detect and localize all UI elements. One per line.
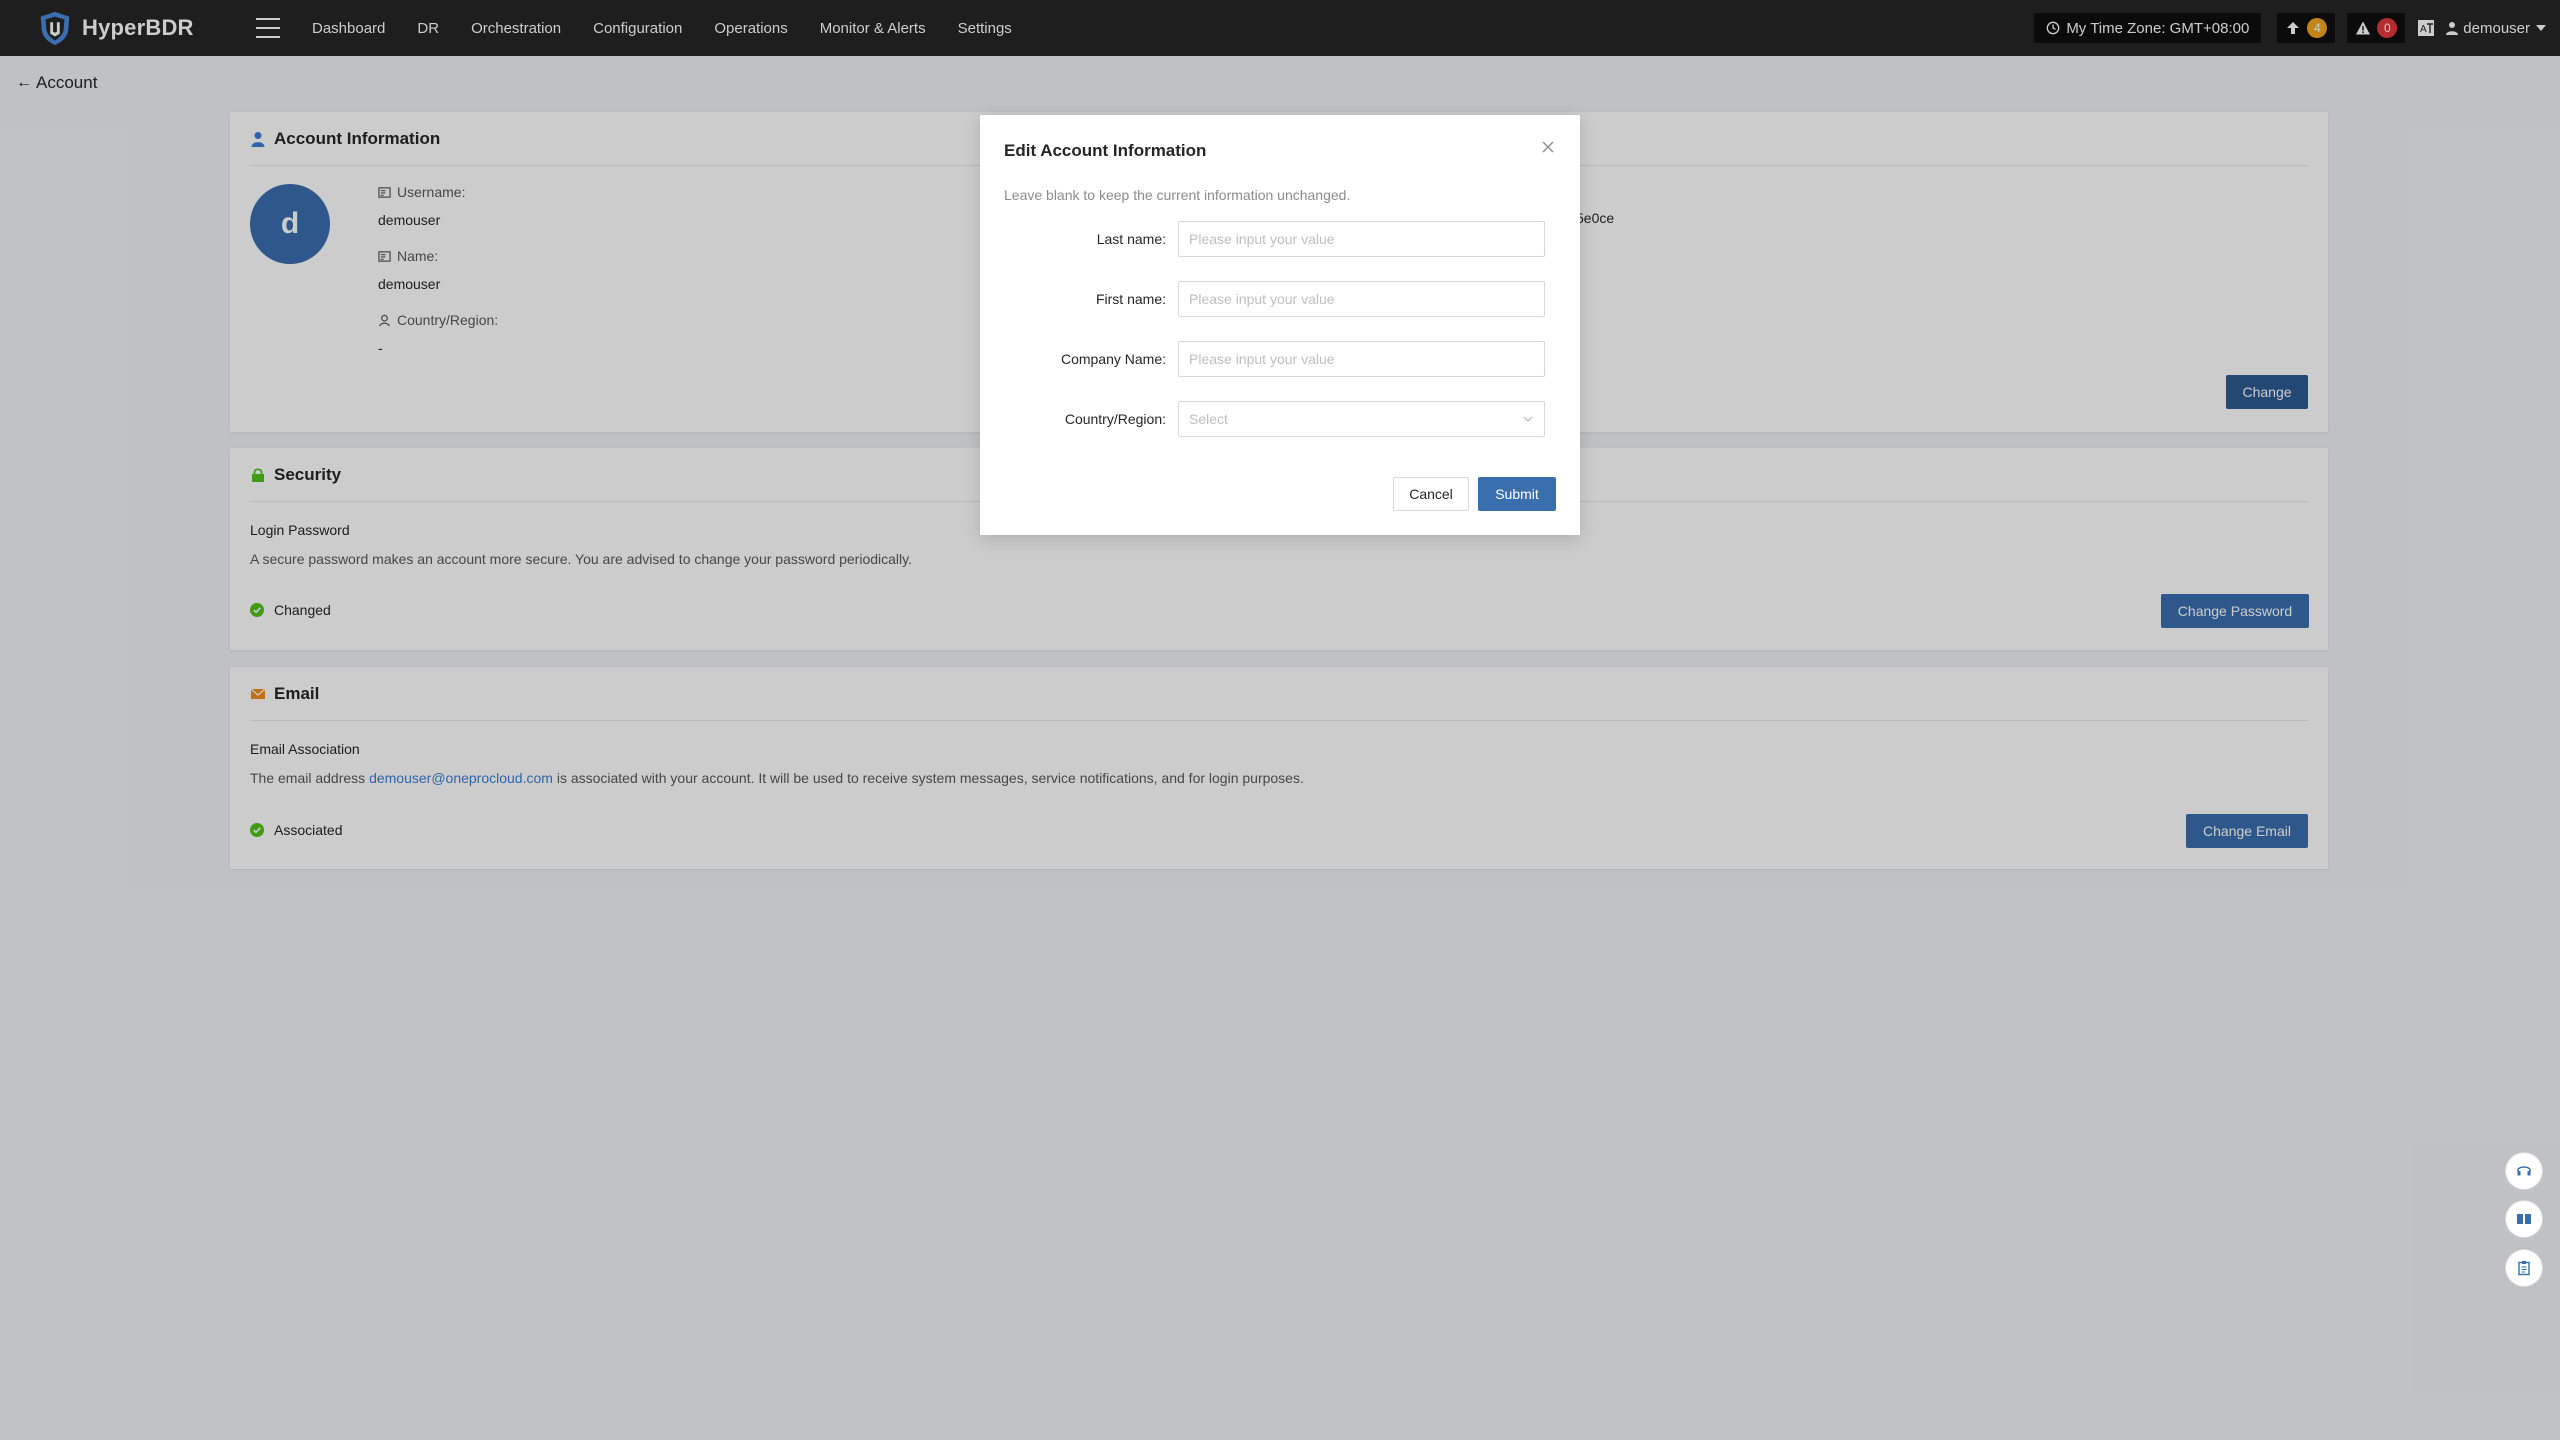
last-name-row: Last name: xyxy=(980,220,1580,258)
first-name-input[interactable] xyxy=(1178,281,1545,317)
company-name-row: Company Name: xyxy=(980,340,1580,378)
support-fab[interactable] xyxy=(2505,1152,2543,1190)
last-name-label: Last name: xyxy=(1096,231,1166,247)
first-name-label: First name: xyxy=(1095,291,1166,307)
country-region-label: Country/Region: xyxy=(1064,411,1166,427)
docs-fab[interactable] xyxy=(2505,1200,2543,1238)
country-region-row: Country/Region: Select xyxy=(980,400,1580,438)
edit-account-dialog: Edit Account Information Leave blank to … xyxy=(980,115,1580,535)
book-icon xyxy=(2517,1214,2531,1224)
close-icon[interactable] xyxy=(1536,135,1560,159)
clipboard-icon xyxy=(2518,1261,2530,1276)
headset-icon xyxy=(2517,1166,2531,1176)
cancel-button[interactable]: Cancel xyxy=(1393,477,1469,511)
submit-button[interactable]: Submit xyxy=(1478,477,1556,511)
country-region-select[interactable]: Select xyxy=(1178,401,1545,437)
chevron-down-icon xyxy=(1523,416,1533,422)
dialog-hint: Leave blank to keep the current informat… xyxy=(1004,187,1351,203)
company-name-label: Company Name: xyxy=(1060,351,1166,367)
last-name-input[interactable] xyxy=(1178,221,1545,257)
clipboard-fab[interactable] xyxy=(2505,1249,2543,1287)
dialog-title: Edit Account Information xyxy=(1004,141,1207,160)
select-placeholder: Select xyxy=(1189,411,1228,427)
company-name-input[interactable] xyxy=(1178,341,1545,377)
first-name-row: First name: xyxy=(980,280,1580,318)
